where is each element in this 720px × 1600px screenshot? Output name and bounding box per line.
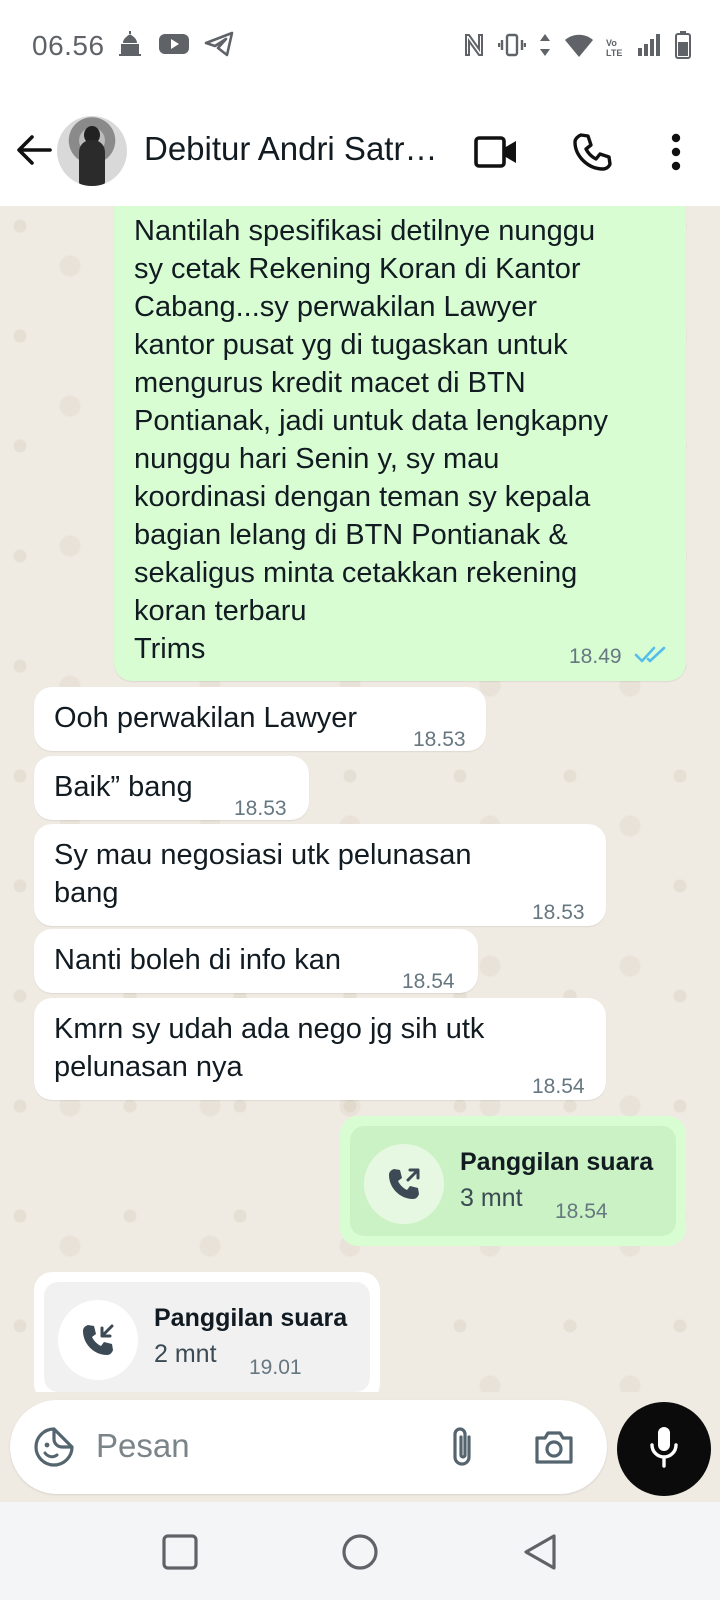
recents-button[interactable] [160,1532,200,1572]
call-time: 18.54 [555,1200,608,1223]
wifi-icon [564,32,594,63]
message-text: Nantilah spesifikasi detilnye nunggu sy … [134,215,609,665]
more-vert-icon[interactable] [652,128,700,176]
message-time: 18.54 [532,1075,585,1098]
call-card-incoming[interactable]: Panggilan suara 2 mnt 19.01 [34,1272,380,1392]
mic-button[interactable] [617,1402,711,1496]
read-ticks-icon [634,638,668,676]
message-text: Nanti boleh di info kan [54,944,341,976]
message-text: Kmrn sy udah ada nego jg sih utk pelunas… [54,1013,485,1083]
youtube-icon [158,32,190,61]
message-bubble-incoming[interactable]: Nanti boleh di info kan 18.54 [34,929,478,993]
call-title: Panggilan suara [154,1304,348,1332]
message-time: 18.53 [413,728,466,751]
message-text: Ooh perwakilan Lawyer [54,702,358,734]
battery-icon [674,30,692,65]
message-input-pill [10,1400,607,1494]
call-duration: 2 mnt [154,1340,217,1368]
data-arrows-icon [538,31,552,64]
outgoing-call-icon [364,1144,444,1224]
chat-area[interactable]: Nantilah spesifikasi detilnye nunggu sy … [0,206,720,1392]
composer [0,1392,720,1502]
message-time: 18.49 [569,645,622,668]
status-bar: 06.56 Vo LTE [0,0,720,100]
message-bubble-incoming[interactable]: Baik” bang 18.53 [34,756,309,820]
message-time: 18.53 [234,797,287,820]
message-bubble-incoming[interactable]: Sy mau negosiasi utk pelunasan bang 18.5… [34,824,606,926]
vibrate-icon [497,31,527,64]
attach-icon[interactable] [438,1423,486,1471]
back-button[interactable] [520,1532,560,1572]
voice-call-icon[interactable] [568,128,616,176]
message-input[interactable] [96,1424,416,1468]
call-title: Panggilan suara [460,1148,654,1176]
signal-icon [636,32,662,63]
nfc-icon [462,31,486,64]
incoming-call-icon [58,1300,138,1380]
back-arrow-icon[interactable] [14,130,54,170]
message-time: 18.54 [402,970,455,993]
message-text: Sy mau negosiasi utk pelunasan bang [54,839,472,909]
message-text: Baik” bang [54,771,193,803]
message-bubble-incoming[interactable]: Kmrn sy udah ada nego jg sih utk pelunas… [34,998,606,1100]
volte-icon: Vo LTE [606,37,623,58]
telegram-icon [204,31,234,62]
call-duration: 3 mnt [460,1184,523,1212]
call-card-outgoing[interactable]: Panggilan suara 3 mnt 18.54 [340,1116,686,1246]
status-time: 06.56 [32,30,105,61]
message-bubble-incoming[interactable]: Ooh perwakilan Lawyer 18.53 [34,687,486,751]
home-button[interactable] [340,1532,380,1572]
video-call-icon[interactable] [472,128,520,176]
mosque-icon [116,30,144,63]
camera-icon[interactable] [530,1423,578,1471]
message-bubble-outgoing[interactable]: Nantilah spesifikasi detilnye nunggu sy … [114,206,686,681]
contact-name[interactable]: Debitur Andri Satri… [144,130,444,168]
avatar[interactable] [57,116,127,186]
message-time: 18.53 [532,901,585,924]
call-time: 19.01 [249,1356,302,1379]
chat-header: Debitur Andri Satri… [0,100,720,206]
navigation-bar [0,1502,720,1600]
mic-icon [648,1425,680,1474]
sticker-icon[interactable] [30,1423,78,1471]
